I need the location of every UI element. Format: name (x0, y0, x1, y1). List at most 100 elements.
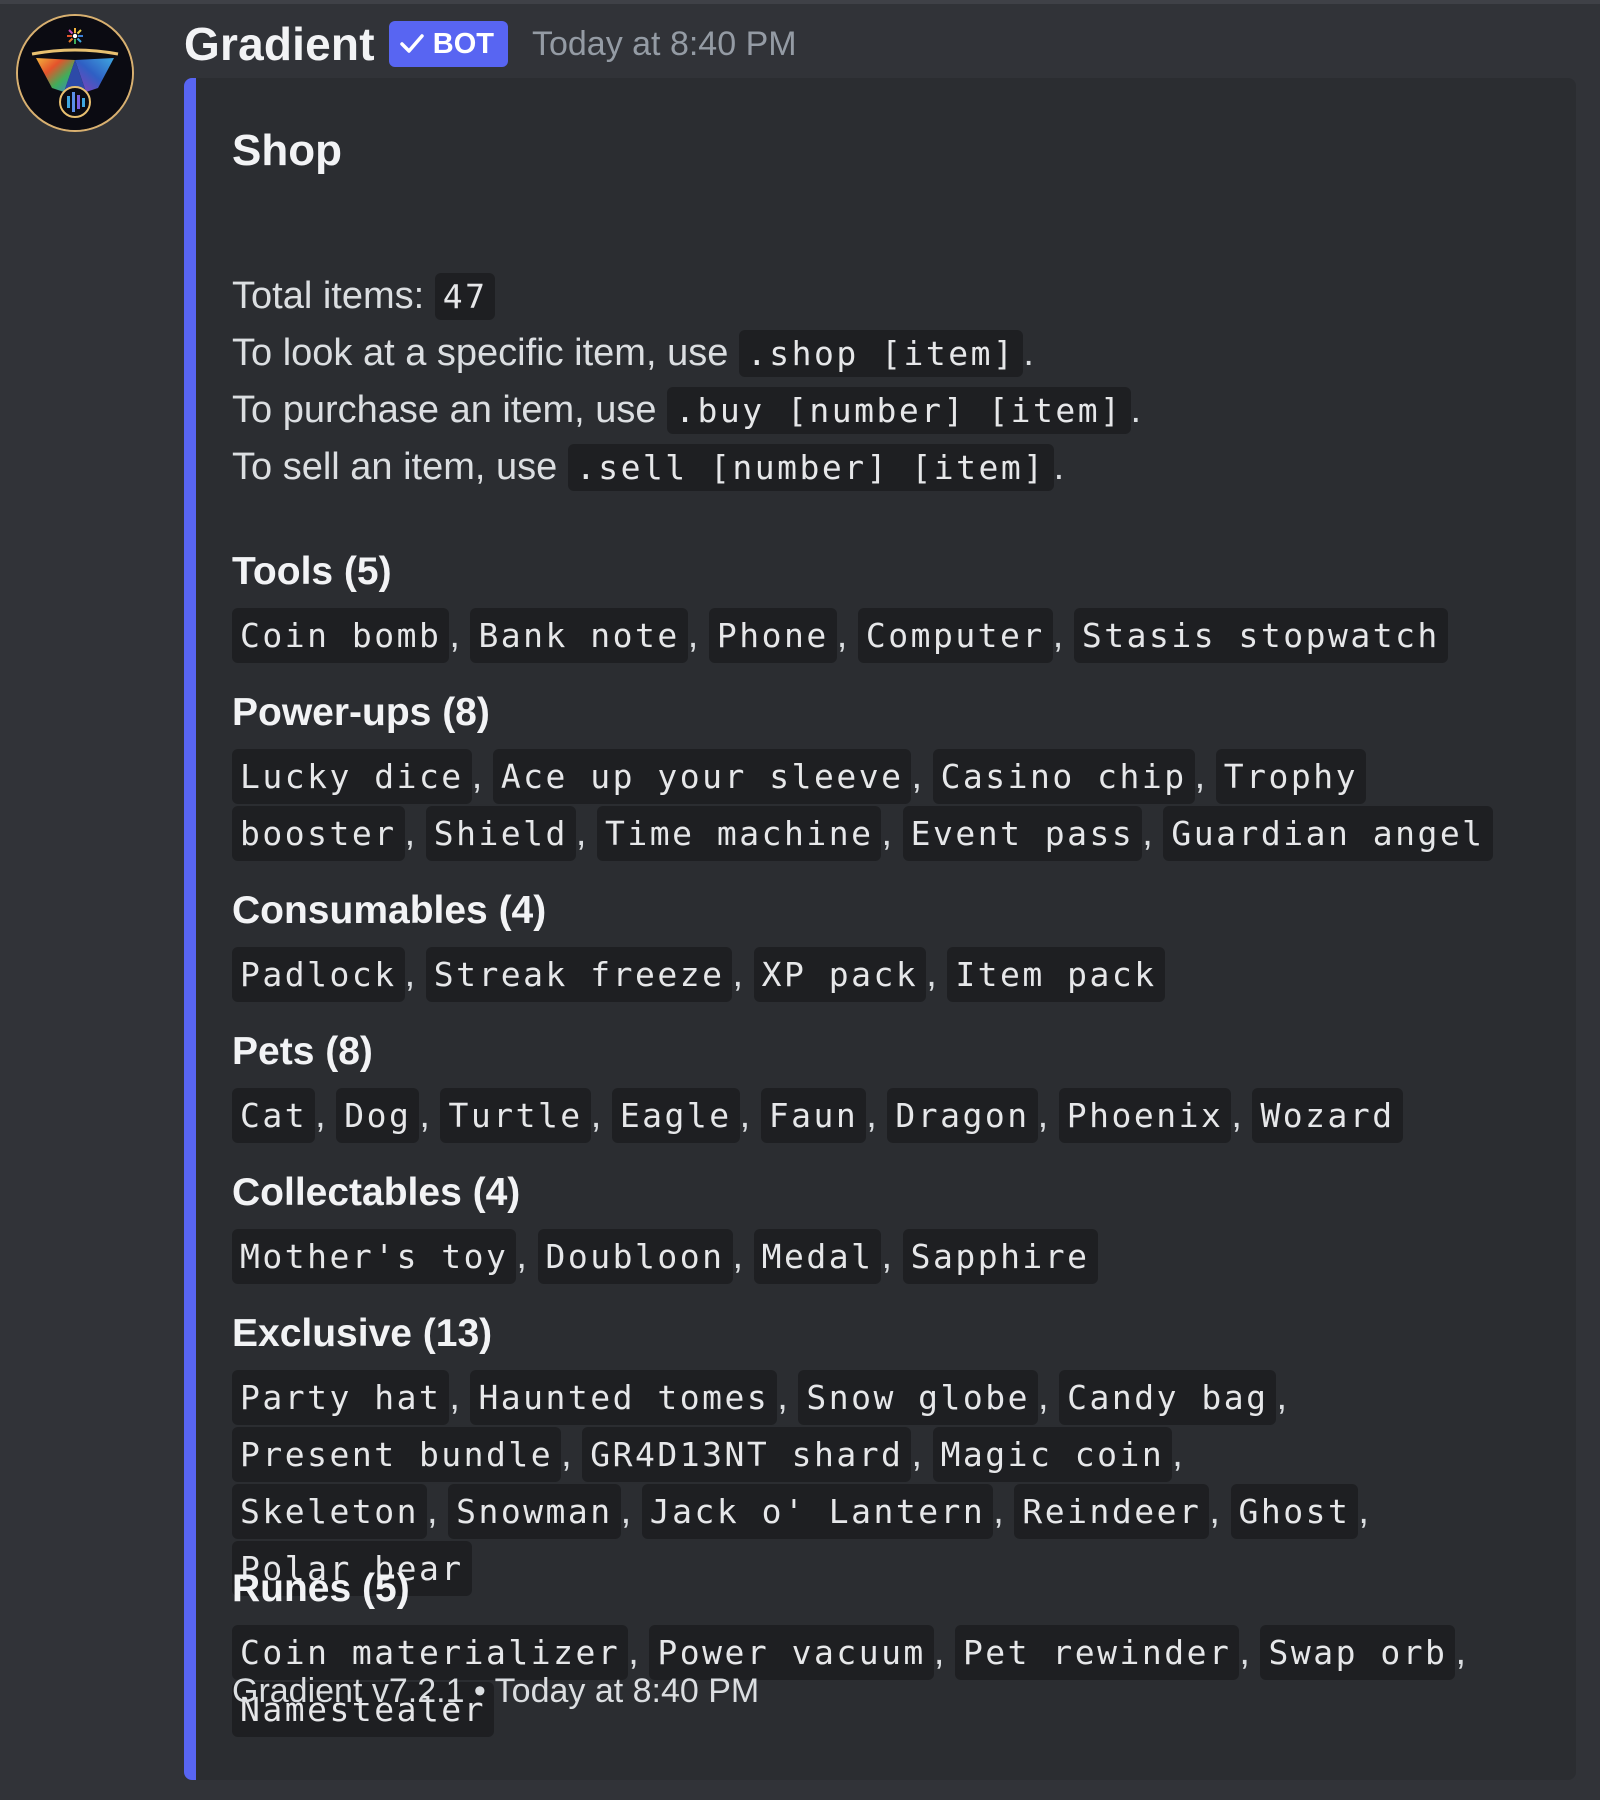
item-pill: Eagle (611, 1088, 740, 1143)
description-buy-line: To purchase an item, use .buy [number] [… (232, 382, 1141, 439)
item-separator: , (933, 1631, 955, 1673)
avatar[interactable] (16, 14, 134, 132)
look-text: To look at a specific item, use (232, 332, 739, 374)
sell-command: .sell [number] [item] (567, 444, 1054, 491)
item-pill: Streak freeze (425, 947, 733, 1002)
item-separator: , (590, 1094, 612, 1136)
item-pill: Sapphire (902, 1229, 1098, 1284)
item-separator: , (1276, 1376, 1288, 1418)
item-pill: Swap orb (1260, 1625, 1456, 1680)
period: . (1053, 446, 1065, 488)
item-pill: Coin bomb (232, 608, 450, 663)
field-name-consumables: Consumables (4) (232, 889, 547, 932)
item-pill: Shield (425, 806, 576, 861)
field-name-runes: Runes (5) (232, 1567, 410, 1610)
buy-command: .buy [number] [item] (667, 387, 1131, 434)
item-pill: Present bundle (232, 1427, 562, 1482)
field-name-exclusive: Exclusive (13) (232, 1312, 493, 1355)
field-name-collectables: Collectables (4) (232, 1171, 521, 1214)
message-header: Gradient BOT Today at 8:40 PM (184, 14, 797, 74)
period: . (1023, 332, 1034, 374)
embed-footer: Gradient v7.2.1 • Today at 8:40 PM (232, 1672, 760, 1710)
item-separator: , (739, 1094, 761, 1136)
item-separator: , (1239, 1631, 1261, 1673)
item-pill: Medal (753, 1229, 882, 1284)
item-separator: , (404, 812, 426, 854)
item-pill: XP pack (753, 947, 927, 1002)
item-pill: Stasis stopwatch (1073, 608, 1448, 663)
item-pill: Snow globe (798, 1370, 1039, 1425)
item-separator: , (993, 1490, 1015, 1532)
item-pill: Ace up your sleeve (492, 749, 912, 804)
item-pill: Pet rewinder (954, 1625, 1240, 1680)
field-value-exclusive: Party hat, Haunted tomes, Snow globe, Ca… (232, 1369, 1392, 1597)
item-pill: Mother's toy (232, 1229, 517, 1284)
item-separator: , (687, 614, 709, 656)
bot-tag-label: BOT (432, 27, 494, 60)
item-separator: , (911, 755, 933, 797)
item-separator: , (732, 953, 754, 995)
item-pill: Snowman (448, 1484, 621, 1539)
bot-message: Gradient BOT Today at 8:40 PM Shop Total… (0, 0, 1600, 1800)
description-total-line: Total items: 47 (232, 268, 496, 325)
item-pill: Item pack (947, 947, 1165, 1002)
item-separator: , (404, 953, 426, 995)
item-separator: , (449, 614, 471, 656)
shop-embed: Shop Total items: 47 To look at a specif… (184, 78, 1576, 1780)
item-separator: , (419, 1094, 441, 1136)
description-sell-line: To sell an item, use .sell [number] [ite… (232, 439, 1064, 496)
item-pill: Bank note (470, 608, 688, 663)
item-pill: Reindeer (1014, 1484, 1210, 1539)
item-separator: , (881, 1235, 903, 1277)
item-separator: , (1358, 1490, 1369, 1532)
embed-title: Shop (232, 126, 342, 175)
field-value-collectables: Mother's toy, Doubloon, Medal, Sapphire (232, 1228, 1512, 1285)
item-separator: , (1037, 1094, 1059, 1136)
item-separator: , (1194, 755, 1216, 797)
item-pill: Skeleton (232, 1484, 427, 1539)
item-pill: Wozard (1252, 1088, 1403, 1143)
buy-text: To purchase an item, use (232, 389, 668, 431)
sell-text: To sell an item, use (232, 446, 568, 488)
item-separator: , (732, 1235, 754, 1277)
item-separator: , (881, 812, 903, 854)
item-pill: Lucky dice (232, 749, 472, 804)
item-pill: Dog (336, 1088, 420, 1143)
item-pill: Guardian angel (1163, 806, 1493, 861)
item-pill: Haunted tomes (470, 1370, 778, 1425)
item-separator: , (777, 1376, 799, 1418)
item-pill: Candy bag (1059, 1370, 1277, 1425)
item-pill: Computer (857, 608, 1053, 663)
item-separator: , (1038, 1376, 1060, 1418)
item-separator: , (866, 1094, 888, 1136)
item-separator: , (1209, 1490, 1231, 1532)
item-pill: Magic coin (932, 1427, 1173, 1482)
total-items-value: 47 (434, 273, 496, 320)
item-pill: Faun (760, 1088, 867, 1143)
embed-accent-bar (184, 78, 196, 1780)
item-separator: , (620, 1490, 642, 1532)
message-timestamp[interactable]: Today at 8:40 PM (532, 25, 797, 64)
item-separator: , (315, 1094, 337, 1136)
username[interactable]: Gradient (184, 17, 375, 71)
shop-command: .shop [item] (738, 330, 1024, 377)
item-separator: , (628, 1631, 650, 1673)
item-separator: , (575, 812, 598, 854)
gradient-logo-icon (18, 16, 132, 130)
item-separator: , (926, 953, 948, 995)
field-value-power-ups: Lucky dice, Ace up your sleeve, Casino c… (232, 748, 1512, 862)
field-name-pets: Pets (8) (232, 1030, 373, 1073)
item-separator: , (911, 1433, 933, 1475)
item-pill: Event pass (902, 806, 1143, 861)
checkmark-icon (400, 34, 424, 53)
item-separator: , (471, 755, 493, 797)
description-look-line: To look at a specific item, use .shop [i… (232, 325, 1034, 382)
item-separator: , (1142, 812, 1164, 854)
period: . (1130, 389, 1142, 431)
item-separator: , (516, 1235, 538, 1277)
bot-tag: BOT (388, 21, 508, 67)
field-name-power-ups: Power-ups (8) (232, 691, 490, 734)
item-pill: Turtle (440, 1088, 591, 1143)
item-separator: , (426, 1490, 449, 1532)
item-pill: GR4D13NT shard (582, 1427, 912, 1482)
